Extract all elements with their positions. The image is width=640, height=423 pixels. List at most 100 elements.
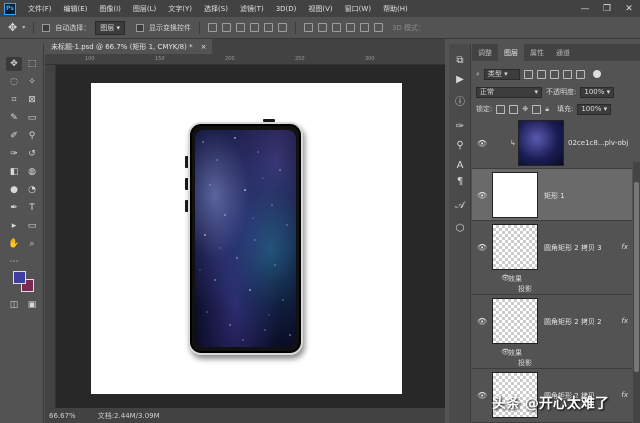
menu-select[interactable]: 选择(S): [198, 4, 234, 14]
quick-mask-icon[interactable]: ◫: [6, 298, 22, 312]
clone-source-icon[interactable]: ⚲: [454, 139, 466, 151]
scrollbar-thumb[interactable]: [634, 182, 639, 372]
distribute-right-icon[interactable]: [373, 23, 383, 32]
tab-layers[interactable]: 图层: [498, 44, 524, 61]
visibility-eye-icon[interactable]: 👁︎: [477, 139, 487, 148]
auto-select-dropdown[interactable]: 图层 ▾: [95, 20, 125, 35]
restore-button[interactable]: ❐: [596, 0, 618, 17]
visibility-eye-icon[interactable]: 👁︎: [477, 191, 487, 200]
close-window-button[interactable]: ✕: [618, 0, 640, 17]
menu-filter[interactable]: 滤镜(T): [234, 4, 270, 14]
distribute-bottom-icon[interactable]: [331, 23, 341, 32]
blend-mode-dropdown[interactable]: 正常 ▾: [476, 86, 542, 98]
history-brush-icon[interactable]: ↺: [24, 147, 40, 161]
align-vcenter-icon[interactable]: [221, 23, 231, 32]
play-actions-icon[interactable]: ▶: [454, 73, 466, 85]
menu-file[interactable]: 文件(F): [22, 4, 58, 14]
eraser-icon[interactable]: ◧: [6, 165, 22, 179]
ruler-tool-icon[interactable]: ▭: [24, 111, 40, 125]
show-transform-checkbox[interactable]: [135, 23, 144, 32]
lock-pixels-icon[interactable]: [509, 104, 519, 114]
path-select-icon[interactable]: ▸: [6, 219, 22, 233]
pen-tool-icon[interactable]: ✒: [6, 201, 22, 215]
dodge-tool-icon[interactable]: ◔: [24, 183, 40, 197]
canvas[interactable]: [91, 83, 402, 394]
visibility-eye-icon[interactable]: 👁︎: [477, 243, 487, 252]
minimize-button[interactable]: —: [574, 0, 596, 17]
layer-fx-badge[interactable]: fx: [621, 317, 628, 325]
fill-field[interactable]: 100% ▾: [577, 103, 612, 115]
menu-view[interactable]: 视图(V): [302, 4, 338, 14]
eyedropper-icon[interactable]: ✎: [6, 111, 22, 125]
layer-item[interactable]: 👁︎ 圆角矩形 2 拷贝 3 fx 👁︎ 效果 投影: [472, 221, 632, 295]
opacity-field[interactable]: 100% ▾: [580, 86, 615, 98]
menu-layer[interactable]: 图层(L): [127, 4, 162, 14]
3d-icon[interactable]: ⬡: [454, 222, 466, 234]
foreground-color-swatch[interactable]: [13, 271, 26, 284]
lasso-tool-icon[interactable]: ◌: [6, 75, 22, 89]
filter-smart-object-icon[interactable]: [575, 69, 585, 79]
glyphs-icon[interactable]: 𝒜: [454, 199, 466, 211]
lock-artboard-icon[interactable]: [532, 104, 542, 114]
move-tool-icon[interactable]: ✥: [8, 21, 17, 34]
filter-type-icon[interactable]: [549, 69, 559, 79]
more-tools-icon[interactable]: ⋯: [6, 255, 22, 269]
layer-item[interactable]: 👁︎ 矩形 1: [472, 169, 632, 221]
layer-item[interactable]: 👁︎ ↳ 02ce1c8...plv-obj: [472, 117, 632, 169]
visibility-eye-icon[interactable]: 👁︎: [477, 391, 487, 400]
document-tab[interactable]: 未标题-1.psd @ 66.7% (矩形 1, CMYK/8) * ×: [45, 39, 213, 54]
align-bottom-icon[interactable]: [235, 23, 245, 32]
move-tool-icon[interactable]: ✥: [6, 57, 22, 71]
type-tool-icon[interactable]: T: [24, 201, 40, 215]
align-top-icon[interactable]: [207, 23, 217, 32]
tab-properties[interactable]: 属性: [524, 44, 550, 61]
zoom-level[interactable]: 66.67%: [49, 412, 76, 420]
align-hcenter-icon[interactable]: [263, 23, 273, 32]
auto-select-checkbox[interactable]: [42, 23, 51, 32]
character-icon[interactable]: A: [454, 159, 466, 171]
filter-kind-dropdown[interactable]: 类型 ▾: [483, 68, 520, 80]
magic-wand-icon[interactable]: ✧: [24, 75, 40, 89]
visibility-eye-icon[interactable]: 👁︎: [477, 317, 487, 326]
zoom-tool-icon[interactable]: ⌕: [24, 237, 40, 251]
shape-tool-icon[interactable]: ▭: [24, 219, 40, 233]
layer-fx-badge[interactable]: fx: [621, 391, 628, 399]
brush-tool-icon[interactable]: ✑: [6, 147, 22, 161]
paragraph-icon[interactable]: ¶: [454, 175, 466, 187]
crop-tool-icon[interactable]: ⌗: [6, 93, 22, 107]
distribute-vcenter-icon[interactable]: [317, 23, 327, 32]
close-tab-icon[interactable]: ×: [201, 43, 207, 51]
filter-adjustment-icon[interactable]: [536, 69, 546, 79]
paint-bucket-icon[interactable]: ◍: [24, 165, 40, 179]
tab-adjustments[interactable]: 调整: [472, 44, 498, 61]
tab-channels[interactable]: 通道: [550, 44, 576, 61]
info-icon[interactable]: ⓘ: [454, 94, 466, 108]
filter-toggle-icon[interactable]: [592, 70, 601, 78]
menu-window[interactable]: 窗口(W): [339, 4, 377, 14]
distribute-hcenter-icon[interactable]: [359, 23, 369, 32]
stamp-tool-icon[interactable]: ⚲: [24, 129, 40, 143]
marquee-tool-icon[interactable]: ⬚: [24, 57, 40, 71]
menu-image[interactable]: 图像(I): [93, 4, 127, 14]
filter-shape-icon[interactable]: [562, 69, 572, 79]
lock-transparency-icon[interactable]: [496, 104, 506, 114]
frame-tool-icon[interactable]: ⊠: [24, 93, 40, 107]
filter-pixel-icon[interactable]: [523, 69, 533, 79]
distribute-left-icon[interactable]: [345, 23, 355, 32]
layer-fx-badge[interactable]: fx: [621, 243, 628, 251]
distribute-top-icon[interactable]: [303, 23, 313, 32]
chevron-down-icon[interactable]: ▾: [22, 24, 25, 31]
healing-brush-icon[interactable]: ✐: [6, 129, 22, 143]
menu-3d[interactable]: 3D(D): [270, 5, 303, 13]
blur-tool-icon[interactable]: ●: [6, 183, 22, 197]
history-icon[interactable]: ⧉: [454, 54, 466, 66]
lock-position-icon[interactable]: ✥: [522, 105, 528, 113]
align-right-icon[interactable]: [277, 23, 287, 32]
menu-help[interactable]: 帮助(H): [377, 4, 414, 14]
menu-type[interactable]: 文字(Y): [162, 4, 198, 14]
brush-settings-icon[interactable]: ✑: [454, 120, 466, 132]
lock-all-icon[interactable]: 🔒︎: [545, 105, 549, 114]
layers-scrollbar[interactable]: [633, 162, 640, 423]
layer-item[interactable]: 👁︎ 圆角矩形 2 拷贝 2 fx 👁︎ 效果 投影: [472, 295, 632, 369]
menu-edit[interactable]: 编辑(E): [58, 4, 94, 14]
